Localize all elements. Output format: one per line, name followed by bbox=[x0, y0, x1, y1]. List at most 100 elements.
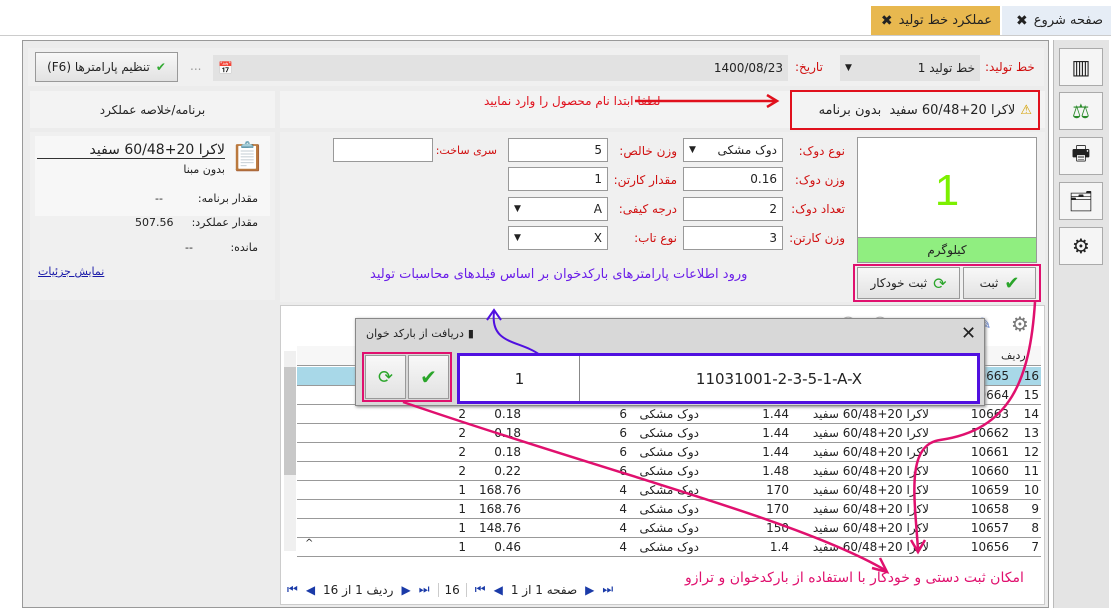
vertical-scrollbar[interactable] bbox=[284, 351, 296, 551]
table-row[interactable]: 8 10657 لاکرا 20+60/48 سفید 150 دوک مشکی 4 148… bbox=[297, 519, 1041, 538]
cell-product: لاکرا 20+60/48 سفید bbox=[812, 426, 929, 440]
card-settings-button[interactable]: 🗂 bbox=[1059, 182, 1103, 220]
button-label: ثبت bbox=[979, 276, 999, 290]
prev-icon[interactable]: ◀ bbox=[306, 583, 315, 597]
carton-qty-input[interactable]: 1 bbox=[508, 167, 608, 191]
table-row[interactable]: 13 10662 لاکرا 20+60/48 سفید 1.44 دوک مشکی 6 0… bbox=[297, 424, 1041, 443]
hint-arrow bbox=[635, 94, 780, 108]
input-value: A bbox=[593, 202, 602, 216]
print-button[interactable]: 🖶 bbox=[1059, 137, 1103, 175]
table-row[interactable]: 12 10661 لاکرا 20+60/48 سفید 1.44 دوک مشکی 6 0… bbox=[297, 443, 1041, 462]
production-line-label: خط تولید: bbox=[985, 60, 1035, 74]
close-icon[interactable]: ✖ bbox=[881, 13, 893, 29]
twist-select[interactable]: ▼ X bbox=[508, 226, 608, 250]
cell-net-weight: 168.76 bbox=[479, 502, 521, 516]
prev-page-icon[interactable]: ◀ bbox=[494, 583, 503, 597]
show-details-link[interactable]: نمایش جزئیات bbox=[38, 265, 104, 278]
table-row[interactable]: 11 10660 لاکرا 20+60/48 سفید 1.48 دوک مشکی 6 0… bbox=[297, 462, 1041, 481]
next-page-icon[interactable]: ▶ bbox=[585, 583, 594, 597]
tab-line-performance[interactable]: عملکرد خط تولید ✖ bbox=[871, 6, 1000, 35]
table-row[interactable]: 9 10658 لاکرا 20+60/48 سفید 170 دوک مشکی 4 168… bbox=[297, 500, 1041, 519]
column-header-row[interactable]: ردیف bbox=[1001, 349, 1026, 362]
first-icon[interactable]: ⏮ bbox=[287, 582, 298, 597]
batch-input[interactable] bbox=[333, 138, 433, 162]
quality-select[interactable]: ▼ A bbox=[508, 197, 608, 221]
chevron-down-icon: ▼ bbox=[514, 204, 521, 214]
cell-row-number: 15 bbox=[1023, 388, 1039, 402]
page-position: صفحه 1 از 1 bbox=[510, 582, 578, 597]
grid-settings-icon[interactable]: ⚙ bbox=[1011, 312, 1029, 336]
cell-spool-type: دوک مشکی bbox=[639, 521, 699, 535]
date-field[interactable]: 📅 1400/08/23 bbox=[213, 55, 788, 81]
first-page-icon[interactable]: ⏮ bbox=[475, 582, 486, 597]
next-icon[interactable]: ▶ bbox=[401, 583, 410, 597]
cell-weight: 1.48 bbox=[762, 464, 789, 478]
carton-weight-input[interactable]: 3 bbox=[683, 226, 783, 250]
remaining-label: مانده: bbox=[230, 241, 258, 254]
summary-header: برنامه/خلاصه عملکرد bbox=[30, 91, 275, 128]
scale-display: 1 کیلوگرم bbox=[857, 137, 1037, 263]
cell-spool-count: 4 bbox=[619, 483, 627, 497]
auto-submit-button[interactable]: ⟳ ثبت خودکار bbox=[857, 267, 960, 299]
scale-button[interactable]: ⚖ bbox=[1059, 92, 1103, 130]
cell-product: لاکرا 20+60/48 سفید bbox=[812, 445, 929, 459]
calendar-icon[interactable]: 📅 bbox=[218, 61, 233, 75]
cell-row-number: 12 bbox=[1023, 445, 1039, 459]
spool-type-select[interactable]: دوک مشکی ▼ bbox=[683, 138, 783, 162]
collapse-icon[interactable]: ^ bbox=[305, 538, 313, 549]
cell-net-weight: 168.76 bbox=[479, 483, 521, 497]
last-page-icon[interactable]: ⏭ bbox=[602, 582, 613, 597]
chevron-down-icon: ▼ bbox=[845, 63, 852, 73]
plan-label: مقدار برنامه: bbox=[197, 192, 258, 205]
cell-carton-qty: 2 bbox=[458, 426, 466, 440]
twist-label: نوع تاب: bbox=[634, 231, 677, 245]
refresh-icon: ⟳ bbox=[933, 273, 947, 293]
cell-carton-qty: 1 bbox=[458, 540, 466, 554]
summary-product: لاکرا 20+60/48 سفید bbox=[37, 142, 225, 159]
settings-button[interactable]: ⚙ bbox=[1059, 227, 1103, 265]
spool-weight-input[interactable]: 0.16 bbox=[683, 167, 783, 191]
popup-barcode-input[interactable]: 11031001-2-3-5-1-A-X bbox=[581, 356, 977, 401]
popup-confirm-button[interactable]: ✔ bbox=[408, 355, 449, 399]
last-icon[interactable]: ⏭ bbox=[419, 582, 430, 597]
input-value: 5 bbox=[594, 143, 602, 157]
close-icon[interactable]: ✕ bbox=[961, 323, 976, 344]
cell-code: 10661 bbox=[970, 445, 1009, 459]
clipboard-check-icon: 📋 bbox=[230, 140, 265, 173]
input-value: 0.16 bbox=[750, 172, 777, 186]
warning-icon: ⚠ bbox=[1020, 102, 1032, 118]
popup-auto-button[interactable]: ⟳ bbox=[365, 355, 406, 399]
spool-count-input[interactable]: 2 bbox=[683, 197, 783, 221]
cell-carton-qty: 1 bbox=[458, 502, 466, 516]
table-row[interactable]: 14 10663 لاکرا 20+60/48 سفید 1.44 دوک مشکی 6 0… bbox=[297, 405, 1041, 424]
more-button[interactable]: ... bbox=[190, 59, 201, 73]
table-row[interactable]: 10 10659 لاکرا 20+60/48 سفید 170 دوک مشکی 4 16… bbox=[297, 481, 1041, 500]
pager: ⏮ ◀ ردیف 1 از 16 ▶ ⏭ 16 ⏮ ◀ صفحه 1 از 1 ▶ ⏭ bbox=[287, 582, 613, 597]
barcode-icon: ▮ bbox=[467, 327, 474, 340]
popup-quantity-input[interactable]: 1 bbox=[460, 356, 580, 401]
batch-label: سری ساخت: bbox=[435, 144, 497, 157]
spool-count-label: تعداد دوک: bbox=[791, 202, 845, 216]
table-row[interactable]: 7 10656 لاکرا 20+60/48 سفید 1.4 دوک مشکی 4 0.4… bbox=[297, 538, 1041, 557]
check-icon: ✔ bbox=[1004, 272, 1020, 294]
scroll-thumb[interactable] bbox=[284, 367, 296, 475]
input-value: 1 bbox=[594, 172, 602, 186]
popup-inputs: 1 11031001-2-3-5-1-A-X bbox=[457, 353, 980, 404]
date-value: 1400/08/23 bbox=[713, 61, 783, 75]
production-line-select[interactable]: خط تولید 1 ▼ bbox=[840, 55, 980, 81]
set-parameters-button[interactable]: ✔ تنظیم پارامترها (F6) bbox=[35, 52, 178, 82]
net-weight-input[interactable]: 5 bbox=[508, 138, 608, 162]
divider bbox=[0, 35, 1111, 36]
carton-qty-label: مقدار کارتن: bbox=[613, 173, 677, 187]
cell-net-weight: 0.22 bbox=[494, 464, 521, 478]
cell-net-weight: 0.46 bbox=[494, 540, 521, 554]
cell-carton-qty: 2 bbox=[458, 407, 466, 421]
quality-label: درجه کیفی: bbox=[618, 202, 677, 216]
cell-net-weight: 0.18 bbox=[494, 426, 521, 440]
submit-button[interactable]: ✔ ثبت bbox=[963, 267, 1036, 299]
tab-start-page[interactable]: صفحه شروع ✖ bbox=[1002, 6, 1111, 35]
spool-type-value: دوک مشکی bbox=[717, 143, 777, 157]
barcode-button[interactable]: ▥ bbox=[1059, 48, 1103, 86]
close-icon[interactable]: ✖ bbox=[1016, 13, 1028, 29]
cell-weight: 1.44 bbox=[762, 445, 789, 459]
